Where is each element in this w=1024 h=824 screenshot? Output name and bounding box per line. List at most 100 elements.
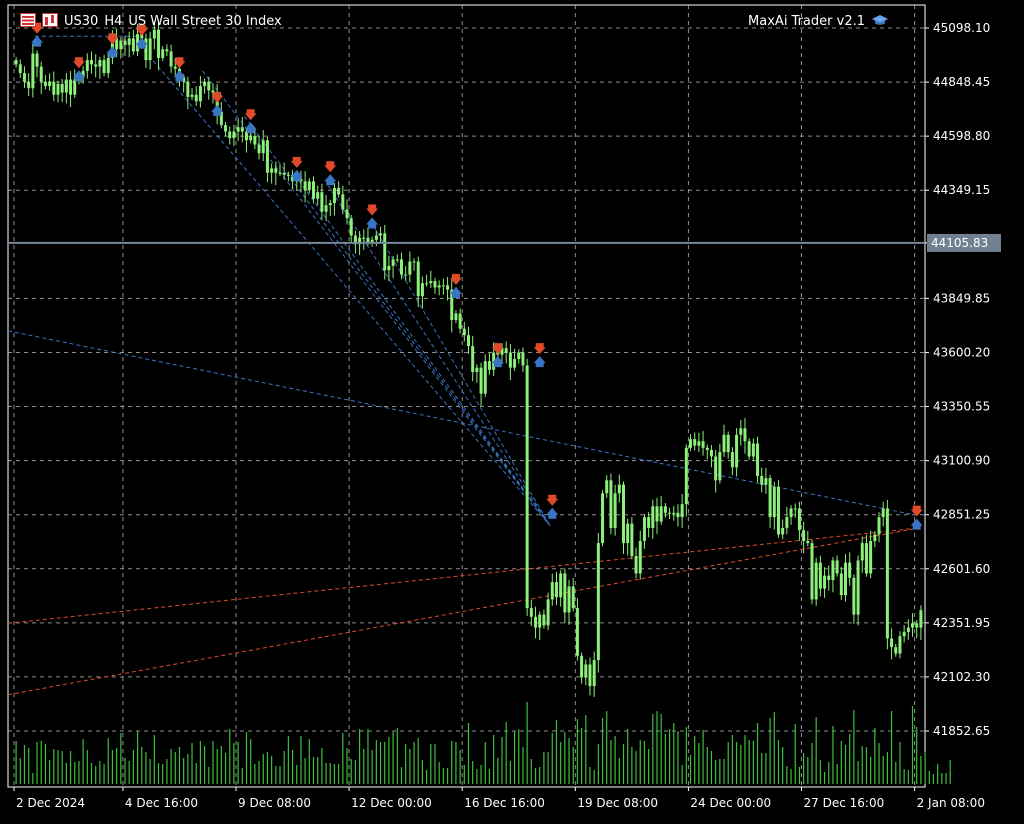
candle-body bbox=[563, 573, 567, 613]
x-tick-label: 24 Dec 00:00 bbox=[690, 796, 771, 810]
candle-body bbox=[839, 573, 843, 596]
candle-body bbox=[446, 285, 450, 290]
candle-body bbox=[433, 281, 437, 288]
candle-body bbox=[617, 484, 621, 494]
candle-body bbox=[513, 359, 517, 368]
candle-body bbox=[697, 441, 701, 446]
candle-body bbox=[261, 140, 265, 154]
candle-body bbox=[190, 94, 194, 97]
chart-header: US30 H4 US Wall Street 30 Index bbox=[20, 13, 282, 29]
candle-body bbox=[814, 562, 818, 600]
terminal-menu-icon[interactable] bbox=[20, 13, 36, 27]
candle-body bbox=[789, 508, 793, 518]
candle-body bbox=[320, 192, 324, 212]
ea-name: MaxAi Trader v2.1 bbox=[748, 14, 865, 29]
candle-body bbox=[475, 367, 479, 372]
candle-body bbox=[429, 281, 433, 284]
candle-body bbox=[249, 135, 253, 141]
chart-symbol: US30 bbox=[64, 14, 99, 29]
candle-body bbox=[425, 283, 429, 285]
candle-body bbox=[647, 517, 651, 528]
candle-body bbox=[391, 259, 395, 266]
x-tick-label: 2 Dec 2024 bbox=[16, 796, 85, 810]
candle-body bbox=[483, 361, 487, 394]
candle-body bbox=[898, 636, 902, 654]
candle-body bbox=[370, 239, 374, 243]
candle-body bbox=[634, 556, 638, 574]
candle-body bbox=[387, 265, 391, 271]
graduation-cap-icon bbox=[872, 15, 888, 25]
y-tick-label: 42851.25 bbox=[933, 508, 990, 522]
candle-body bbox=[906, 627, 910, 632]
candle-body bbox=[881, 508, 885, 518]
x-tick-label: 19 Dec 08:00 bbox=[577, 796, 658, 810]
candle-body bbox=[768, 478, 772, 518]
chart-type-icon[interactable] bbox=[42, 13, 58, 27]
candle-body bbox=[705, 447, 709, 450]
candle-body bbox=[885, 508, 889, 639]
trade-line-blue bbox=[243, 116, 551, 527]
candle-body bbox=[567, 586, 571, 613]
candle-body bbox=[412, 261, 416, 263]
candle-body bbox=[542, 614, 546, 626]
candle-body bbox=[504, 348, 508, 353]
candle-body bbox=[517, 352, 521, 360]
candle-body bbox=[747, 441, 751, 457]
candle-body bbox=[228, 131, 232, 139]
y-tick-label: 41852.65 bbox=[933, 724, 990, 738]
candle-body bbox=[56, 83, 60, 95]
candle-body bbox=[538, 614, 542, 628]
candle-body bbox=[559, 573, 563, 598]
candle-body bbox=[793, 508, 797, 510]
trend-line-red bbox=[7, 527, 919, 696]
candle-body bbox=[709, 449, 713, 457]
candle-body bbox=[265, 140, 269, 173]
candle-body bbox=[379, 233, 383, 236]
candle-body bbox=[684, 447, 688, 505]
buy-arrow bbox=[546, 507, 559, 519]
candle-body bbox=[626, 523, 630, 544]
candle-body bbox=[521, 352, 525, 366]
candle-body bbox=[764, 478, 768, 485]
candle-body bbox=[157, 29, 161, 58]
candle-body bbox=[546, 599, 550, 626]
candle-body bbox=[312, 181, 316, 199]
candle-body bbox=[89, 60, 93, 65]
price-chart[interactable]: 45098.10 44848.45 44598.80 44349.15 43849.85… bbox=[0, 0, 1024, 824]
sell-arrow bbox=[546, 494, 559, 506]
candle-body bbox=[554, 582, 558, 598]
candle-body bbox=[827, 575, 831, 580]
candle-body bbox=[864, 543, 868, 574]
candle-body bbox=[852, 577, 856, 615]
candle-body bbox=[735, 434, 739, 468]
candle-body bbox=[525, 365, 529, 609]
candle-body bbox=[232, 131, 236, 139]
y-tick-label: 43849.85 bbox=[933, 291, 990, 305]
candle-body bbox=[580, 655, 584, 678]
candle-body bbox=[60, 83, 64, 93]
candle-body bbox=[751, 443, 755, 457]
expert-advisor-label[interactable]: MaxAi Trader v2.1 bbox=[748, 14, 889, 29]
x-tick-label: 9 Dec 08:00 bbox=[238, 796, 311, 810]
candle-body bbox=[890, 638, 894, 648]
candle-body bbox=[668, 512, 672, 514]
candle-body bbox=[395, 259, 399, 261]
candle-body bbox=[148, 38, 152, 61]
candle-body bbox=[806, 540, 810, 544]
candle-body bbox=[278, 172, 282, 174]
candle-body bbox=[772, 486, 776, 518]
candle-body bbox=[399, 259, 403, 275]
candle-body bbox=[730, 452, 734, 468]
candle-body bbox=[420, 283, 424, 297]
candle-body bbox=[915, 623, 919, 628]
candle-body bbox=[240, 127, 244, 132]
candle-body bbox=[119, 40, 123, 50]
candle-body bbox=[27, 81, 31, 89]
candle-body bbox=[689, 439, 693, 448]
y-tick-label: 42351.95 bbox=[933, 616, 990, 630]
candle-body bbox=[663, 506, 667, 513]
chart-timeframe: H4 bbox=[104, 14, 123, 29]
candle-body bbox=[253, 135, 257, 145]
candle-body bbox=[630, 523, 634, 557]
candle-body bbox=[471, 346, 475, 372]
